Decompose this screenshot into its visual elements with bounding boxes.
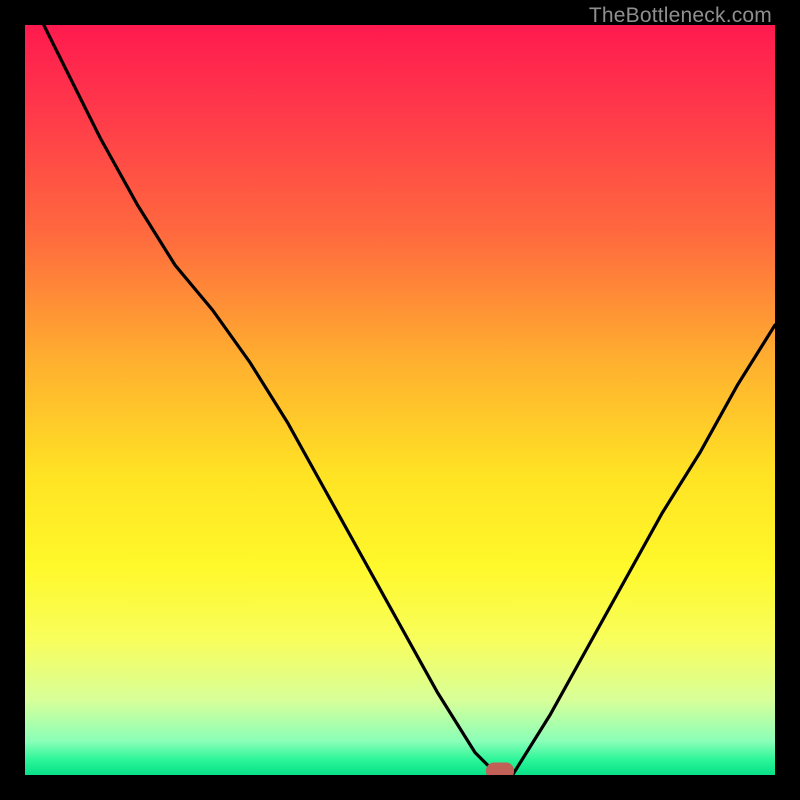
outer-frame: TheBottleneck.com xyxy=(0,0,800,800)
bottleneck-curve xyxy=(25,25,775,775)
watermark-text: TheBottleneck.com xyxy=(589,4,772,28)
minimum-marker xyxy=(486,763,514,775)
plot-area xyxy=(25,25,775,775)
